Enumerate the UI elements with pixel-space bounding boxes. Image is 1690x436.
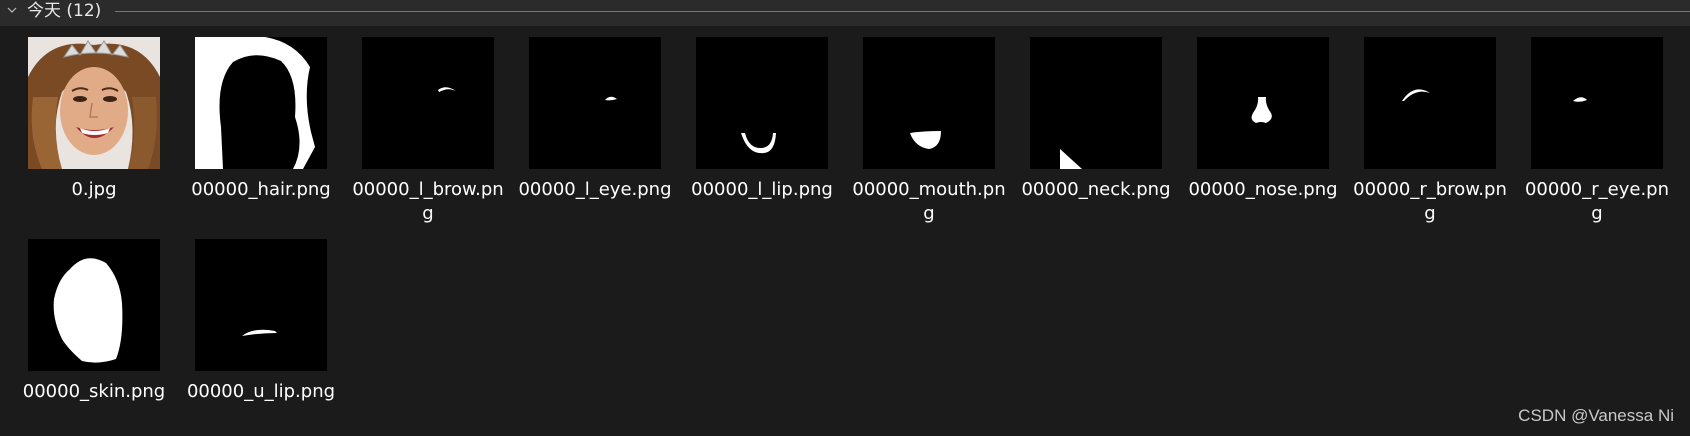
file-name: 00000_skin.png: [22, 381, 166, 402]
thumbnail-hair-mask: [195, 37, 327, 169]
file-item-u-lip[interactable]: 00000_u_lip.png: [184, 239, 335, 429]
thumbnail-l-eye-mask: [529, 37, 661, 169]
file-item-nose[interactable]: 00000_nose.png: [1186, 37, 1338, 227]
thumbnail-l-lip-mask: [696, 37, 828, 169]
file-name: 00000_hair.png: [191, 179, 331, 200]
group-title: 今天 (12): [27, 1, 102, 21]
file-item-mouth[interactable]: 00000_mouth.png: [852, 37, 1006, 227]
file-name: 0.jpg: [71, 179, 117, 200]
thumbnail-l-brow-mask: [362, 37, 494, 169]
file-name: 00000_neck.png: [1021, 179, 1171, 200]
thumbnail-r-eye-mask: [1531, 37, 1663, 169]
thumbnail-u-lip-mask: [195, 239, 327, 371]
file-item-skin[interactable]: 00000_skin.png: [17, 239, 167, 429]
chevron-down-icon[interactable]: [7, 5, 17, 15]
file-item-neck[interactable]: 00000_neck.png: [1019, 37, 1171, 227]
file-name: 00000_l_eye.png: [518, 179, 672, 200]
file-item-r-eye[interactable]: 00000_r_eye.png: [1520, 37, 1670, 227]
thumbnail-neck-mask: [1030, 37, 1162, 169]
file-item-l-lip[interactable]: 00000_l_lip.png: [685, 37, 835, 227]
thumbnail-mouth-mask: [863, 37, 995, 169]
file-item-0-jpg[interactable]: 0.jpg: [17, 37, 167, 227]
file-name: 00000_nose.png: [1188, 179, 1338, 200]
file-item-r-brow[interactable]: 00000_r_brow.png: [1353, 37, 1507, 227]
file-name: 00000_l_lip.png: [691, 179, 833, 200]
file-item-hair[interactable]: 00000_hair.png: [184, 37, 334, 227]
group-header[interactable]: 今天 (12): [0, 0, 1690, 26]
thumbnail-skin-mask: [28, 239, 160, 371]
thumbnail-r-brow-mask: [1364, 37, 1496, 169]
thumbnail-face-photo: [28, 37, 160, 169]
file-name: 00000_u_lip.png: [186, 381, 336, 402]
file-item-l-eye[interactable]: 00000_l_eye.png: [518, 37, 672, 227]
file-name: 00000_l_brow.png: [352, 179, 504, 224]
thumbnail-nose-mask: [1197, 37, 1329, 169]
file-name: 00000_mouth.png: [852, 179, 1006, 224]
file-item-l-brow[interactable]: 00000_l_brow.png: [351, 37, 504, 227]
group-divider: [115, 11, 1690, 12]
watermark-text: CSDN @Vanessa Ni: [1518, 406, 1674, 425]
file-name: 00000_r_brow.png: [1353, 179, 1507, 224]
file-name: 00000_r_eye.png: [1524, 179, 1670, 224]
